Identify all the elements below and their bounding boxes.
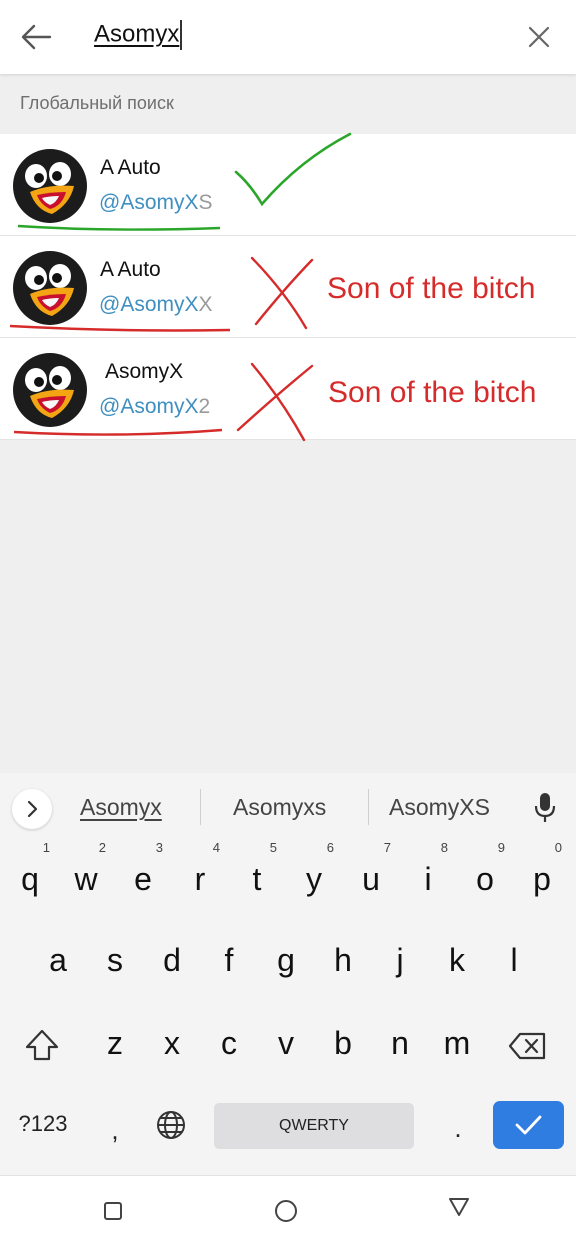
key-label: q [21, 861, 39, 897]
key-o[interactable]: o9 [457, 841, 513, 911]
circle-home-icon[interactable] [274, 1199, 298, 1223]
key-u[interactable]: u7 [343, 841, 399, 911]
backspace-icon[interactable] [508, 1031, 548, 1061]
key-number: 1 [42, 840, 50, 855]
triangle-back-icon[interactable] [447, 1196, 471, 1218]
space-bar[interactable]: QWERTY [214, 1103, 414, 1149]
key-label: r [194, 861, 206, 897]
key-q[interactable]: q1 [2, 841, 58, 911]
key-number: 9 [497, 840, 505, 855]
back-arrow-icon[interactable] [20, 22, 52, 52]
result-name: A Auto [100, 258, 161, 281]
close-icon[interactable] [526, 24, 552, 50]
key-x[interactable]: x [144, 1011, 200, 1075]
key-k[interactable]: k [429, 928, 485, 992]
penguin-avatar [13, 251, 87, 325]
handle-match: @AsomyX [99, 191, 199, 214]
enter-button[interactable] [493, 1101, 564, 1149]
search-input[interactable]: Asomyx [94, 20, 183, 50]
key-label: p [533, 861, 551, 897]
key-w[interactable]: w2 [58, 841, 114, 911]
key-label: i [424, 861, 432, 897]
key-number: 2 [98, 840, 106, 855]
handle-rest: 2 [198, 395, 211, 418]
key-f[interactable]: f [201, 928, 257, 992]
check-icon [515, 1115, 542, 1135]
divider [200, 789, 201, 825]
key-label: u [362, 861, 380, 897]
key-label: e [134, 861, 152, 897]
shift-icon[interactable] [24, 1028, 60, 1062]
key-g[interactable]: g [258, 928, 314, 992]
key-v[interactable]: v [258, 1011, 314, 1075]
key-s[interactable]: s [87, 928, 143, 992]
annotation-note: Son of the bitch [328, 376, 537, 409]
key-m[interactable]: m [429, 1011, 485, 1075]
suggestion-item[interactable]: AsomyXS [389, 794, 490, 821]
key-label: o [476, 861, 494, 897]
divider [368, 789, 369, 825]
penguin-avatar [13, 149, 87, 223]
key-e[interactable]: e3 [115, 841, 171, 911]
result-handle: @AsomyX2 [99, 395, 210, 419]
penguin-avatar [13, 353, 87, 427]
key-label: w [74, 861, 98, 897]
key-number: 7 [383, 840, 391, 855]
key-label: y [306, 861, 322, 897]
text-caret [180, 20, 183, 50]
key-z[interactable]: z [87, 1011, 143, 1075]
result-row[interactable]: A Auto @AsomyXS [0, 134, 576, 236]
key-number: 5 [269, 840, 277, 855]
search-query: Asomyx [94, 20, 180, 48]
handle-rest: S [198, 191, 213, 214]
key-number: 3 [155, 840, 163, 855]
key-j[interactable]: j [372, 928, 428, 992]
key-i[interactable]: i8 [400, 841, 456, 911]
key-l[interactable]: l [486, 928, 542, 992]
annotation-note: Son of the bitch [327, 272, 536, 305]
suggestion-item[interactable]: Asomyx [80, 794, 162, 821]
key-c[interactable]: c [201, 1011, 257, 1075]
period-key[interactable]: . [443, 1113, 473, 1144]
key-number: 8 [440, 840, 448, 855]
key-y[interactable]: y6 [286, 841, 342, 911]
search-bar: Asomyx [0, 0, 576, 74]
result-handle: @AsomyXS [99, 191, 213, 215]
handle-match: @AsomyX [99, 293, 199, 316]
square-recents-icon[interactable] [102, 1200, 124, 1222]
globe-icon[interactable] [155, 1109, 187, 1141]
key-number: 6 [326, 840, 334, 855]
system-navigation-bar [0, 1175, 576, 1243]
microphone-icon[interactable] [532, 791, 558, 825]
key-t[interactable]: t5 [229, 841, 285, 911]
result-name: A Auto [100, 156, 161, 179]
key-a[interactable]: a [30, 928, 86, 992]
comma-key[interactable]: , [100, 1115, 130, 1146]
handle-rest: X [198, 293, 213, 316]
key-n[interactable]: n [372, 1011, 428, 1075]
key-label: t [252, 861, 262, 897]
expand-toolbar-button[interactable] [12, 789, 52, 829]
chevron-right-icon [27, 800, 38, 818]
global-search-header: Глобальный поиск [20, 93, 174, 113]
key-number: 0 [554, 840, 562, 855]
key-r[interactable]: r4 [172, 841, 228, 911]
result-handle: @AsomyXX [99, 293, 213, 317]
symbols-key[interactable]: ?123 [8, 1111, 78, 1137]
key-h[interactable]: h [315, 928, 371, 992]
key-d[interactable]: d [144, 928, 200, 992]
soft-keyboard: Asomyx Asomyxs AsomyXS q1 w2 e3 r4 t5 y6… [0, 773, 576, 1175]
suggestion-strip: Asomyx Asomyxs AsomyXS [0, 773, 576, 837]
key-b[interactable]: b [315, 1011, 371, 1075]
key-p[interactable]: p0 [514, 841, 570, 911]
result-name: AsomyX [105, 360, 184, 383]
handle-match: @AsomyX [99, 395, 199, 418]
suggestion-item[interactable]: Asomyxs [233, 794, 326, 821]
key-number: 4 [212, 840, 220, 855]
